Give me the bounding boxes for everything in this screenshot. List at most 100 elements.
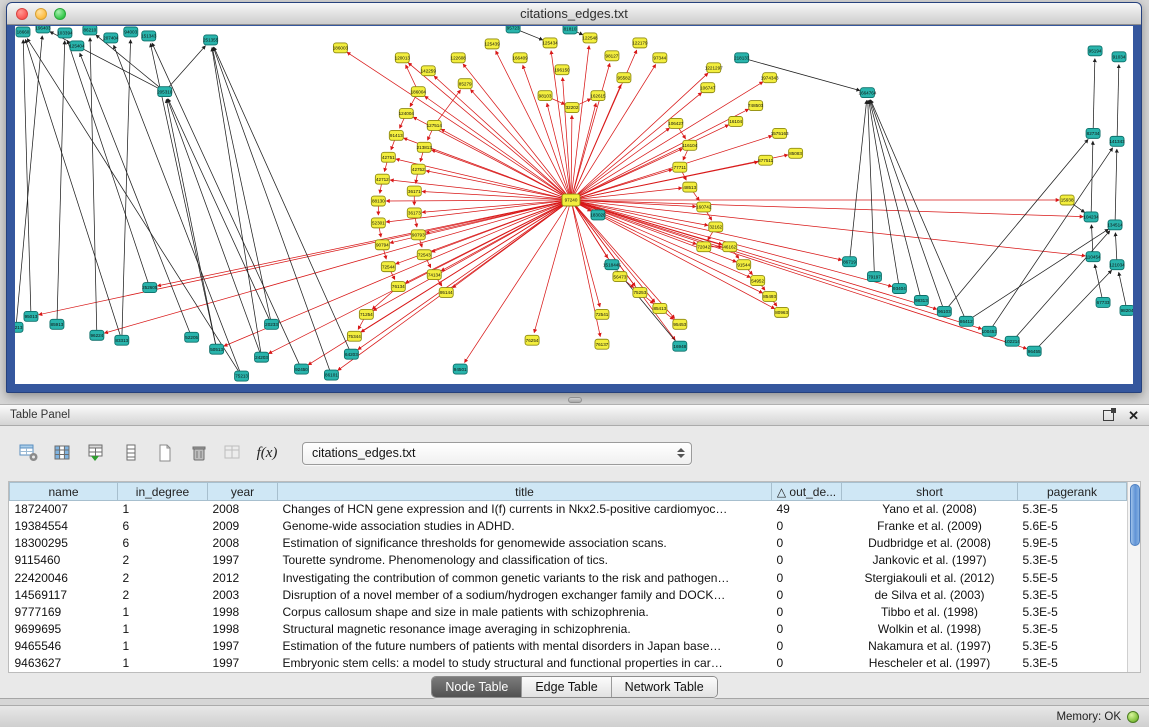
graph-node[interactable]: 748503: [748, 101, 764, 111]
graph-node[interactable]: 16104: [729, 116, 743, 126]
graph-node[interactable]: 877511: [758, 155, 773, 165]
close-panel-icon[interactable]: ✕: [1128, 410, 1139, 421]
graph-node[interactable]: 104234: [1083, 212, 1099, 222]
graph-node[interactable]: 166409: [512, 53, 528, 63]
graph-node[interactable]: 121034: [1109, 260, 1125, 270]
graph-node[interactable]: 97344: [653, 53, 667, 63]
column-header-title[interactable]: title: [278, 483, 772, 501]
table-row[interactable]: 946554611997Estimation of the future num…: [10, 638, 1127, 655]
graph-node[interactable]: 75344: [347, 331, 361, 341]
graph-node[interactable]: 86719: [843, 257, 857, 267]
graph-node[interactable]: 90793: [411, 230, 425, 240]
graph-node[interactable]: 56473: [613, 272, 627, 282]
graph-node[interactable]: 54952: [751, 276, 765, 286]
table-row[interactable]: 2242004622012Investigating the contribut…: [10, 569, 1127, 586]
graph-node[interactable]: 96455: [1027, 346, 1041, 356]
graph-node[interactable]: 36173: [407, 208, 421, 218]
table-row[interactable]: 1456911722003Disruption of a novel membe…: [10, 586, 1127, 603]
graph-node[interactable]: 125404: [69, 41, 85, 51]
graph-node[interactable]: 95582: [617, 73, 631, 83]
graph-node[interactable]: 90794: [375, 240, 389, 250]
graph-node[interactable]: 32162: [709, 222, 723, 232]
graph-node[interactable]: 67733: [1096, 297, 1110, 307]
graph-node[interactable]: 124004: [399, 109, 415, 119]
window-titlebar[interactable]: citations_edges.txt: [7, 3, 1141, 25]
column-header-name[interactable]: name: [10, 483, 118, 501]
tab-network-table[interactable]: Network Table: [611, 677, 717, 697]
graph-node[interactable]: 76137: [595, 339, 609, 349]
graph-node[interactable]: 74134: [427, 270, 441, 280]
graph-node[interactable]: 85493: [763, 292, 777, 302]
graph-node[interactable]: 85279: [458, 79, 472, 89]
graph-node[interactable]: 125434: [542, 38, 558, 48]
graph-node[interactable]: 79197: [867, 272, 881, 282]
graph-node[interactable]: 50513: [210, 344, 224, 354]
graph-node[interactable]: 205310: [157, 87, 173, 97]
graph-node[interactable]: 96224: [90, 330, 104, 340]
graph-node[interactable]: 120013: [395, 53, 411, 63]
graph-node[interactable]: 91413: [389, 130, 403, 140]
graph-node[interactable]: 72541: [595, 309, 609, 319]
column-header-out_de[interactable]: △ out_de...: [772, 483, 842, 501]
graph-node[interactable]: 98103: [538, 91, 552, 101]
graph-node[interactable]: 116104: [682, 140, 697, 150]
column-header-year[interactable]: year: [208, 483, 278, 501]
graph-node[interactable]: 70213: [15, 322, 23, 332]
graph-node[interactable]: 207404: [103, 33, 119, 43]
graph-node[interactable]: 110454: [1086, 252, 1101, 262]
graph-node[interactable]: 141343: [1109, 136, 1125, 146]
graph-node[interactable]: 106427: [668, 118, 684, 128]
graph-node[interactable]: 122179: [632, 38, 648, 48]
graph-node[interactable]: 72042: [697, 242, 711, 252]
graph-node[interactable]: 95194: [1088, 46, 1102, 56]
table-row[interactable]: 911546021997Tourette syndrome. Phenomeno…: [10, 552, 1127, 569]
graph-node[interactable]: 36171: [407, 186, 421, 196]
graph-node[interactable]: 18660: [16, 27, 30, 37]
table-vertical-scrollbar[interactable]: [1127, 482, 1140, 672]
row-height-icon[interactable]: [116, 440, 146, 466]
graph-node[interactable]: 160742: [696, 202, 712, 212]
graph-node[interactable]: 81810: [563, 26, 577, 34]
graph-node[interactable]: 213813: [417, 142, 433, 152]
column-header-short[interactable]: short: [842, 483, 1018, 501]
graph-node[interactable]: 98127: [605, 51, 619, 61]
graph-node[interactable]: 1664764: [859, 88, 877, 98]
graph-node[interactable]: 251355: [203, 35, 219, 45]
graph-node[interactable]: 134514: [1107, 220, 1123, 230]
graph-node[interactable]: 98313: [914, 295, 928, 305]
graph-node[interactable]: 15938: [1060, 195, 1074, 205]
graph-node[interactable]: 127514: [427, 120, 443, 130]
graph-node[interactable]: 42752: [411, 164, 425, 174]
graph-node[interactable]: 64203: [344, 349, 358, 359]
graph-node[interactable]: 95453: [673, 319, 687, 329]
graph-node[interactable]: 122548: [582, 33, 598, 43]
graph-node[interactable]: 77711: [673, 162, 687, 172]
graph-node[interactable]: 102214: [1005, 336, 1021, 346]
graph-node[interactable]: 196150: [554, 65, 570, 75]
function-builder-icon[interactable]: f(x): [252, 440, 282, 466]
graph-node[interactable]: 1575163: [771, 128, 789, 138]
network-canvas[interactable]: 9724018600312001314225912260885279125439…: [15, 26, 1133, 384]
table-settings-icon[interactable]: [14, 440, 44, 466]
graph-node[interactable]: 48513: [683, 182, 697, 192]
scrollbar-thumb[interactable]: [1130, 484, 1140, 546]
graph-node[interactable]: 91034: [1112, 52, 1126, 62]
graph-node[interactable]: 95013: [24, 311, 38, 321]
zoom-window-button[interactable]: [54, 8, 66, 20]
graph-node[interactable]: 72544: [381, 262, 395, 272]
graph-node[interactable]: 125439: [484, 39, 500, 49]
table-row[interactable]: 969969511998Structural magnetic resonanc…: [10, 620, 1127, 637]
table-row[interactable]: 1872400712008Changes of HCN gene express…: [10, 501, 1127, 518]
graph-node[interactable]: 162615: [590, 91, 606, 101]
graph-node[interactable]: 76134: [391, 282, 405, 292]
graph-node[interactable]: 86412: [959, 316, 973, 326]
graph-node[interactable]: 186003: [333, 43, 349, 53]
table-row[interactable]: 946362711997Embryonic stem cells: a mode…: [10, 655, 1127, 672]
tab-edge-table[interactable]: Edge Table: [521, 677, 610, 697]
graph-node[interactable]: 1221297: [705, 63, 723, 73]
graph-node[interactable]: 151343: [141, 31, 157, 41]
graph-node[interactable]: 85083: [789, 148, 803, 158]
graph-node[interactable]: 94501: [453, 364, 467, 374]
table-row[interactable]: 1830029562008Estimation of significance …: [10, 535, 1127, 552]
graph-node[interactable]: 20233: [265, 319, 279, 329]
